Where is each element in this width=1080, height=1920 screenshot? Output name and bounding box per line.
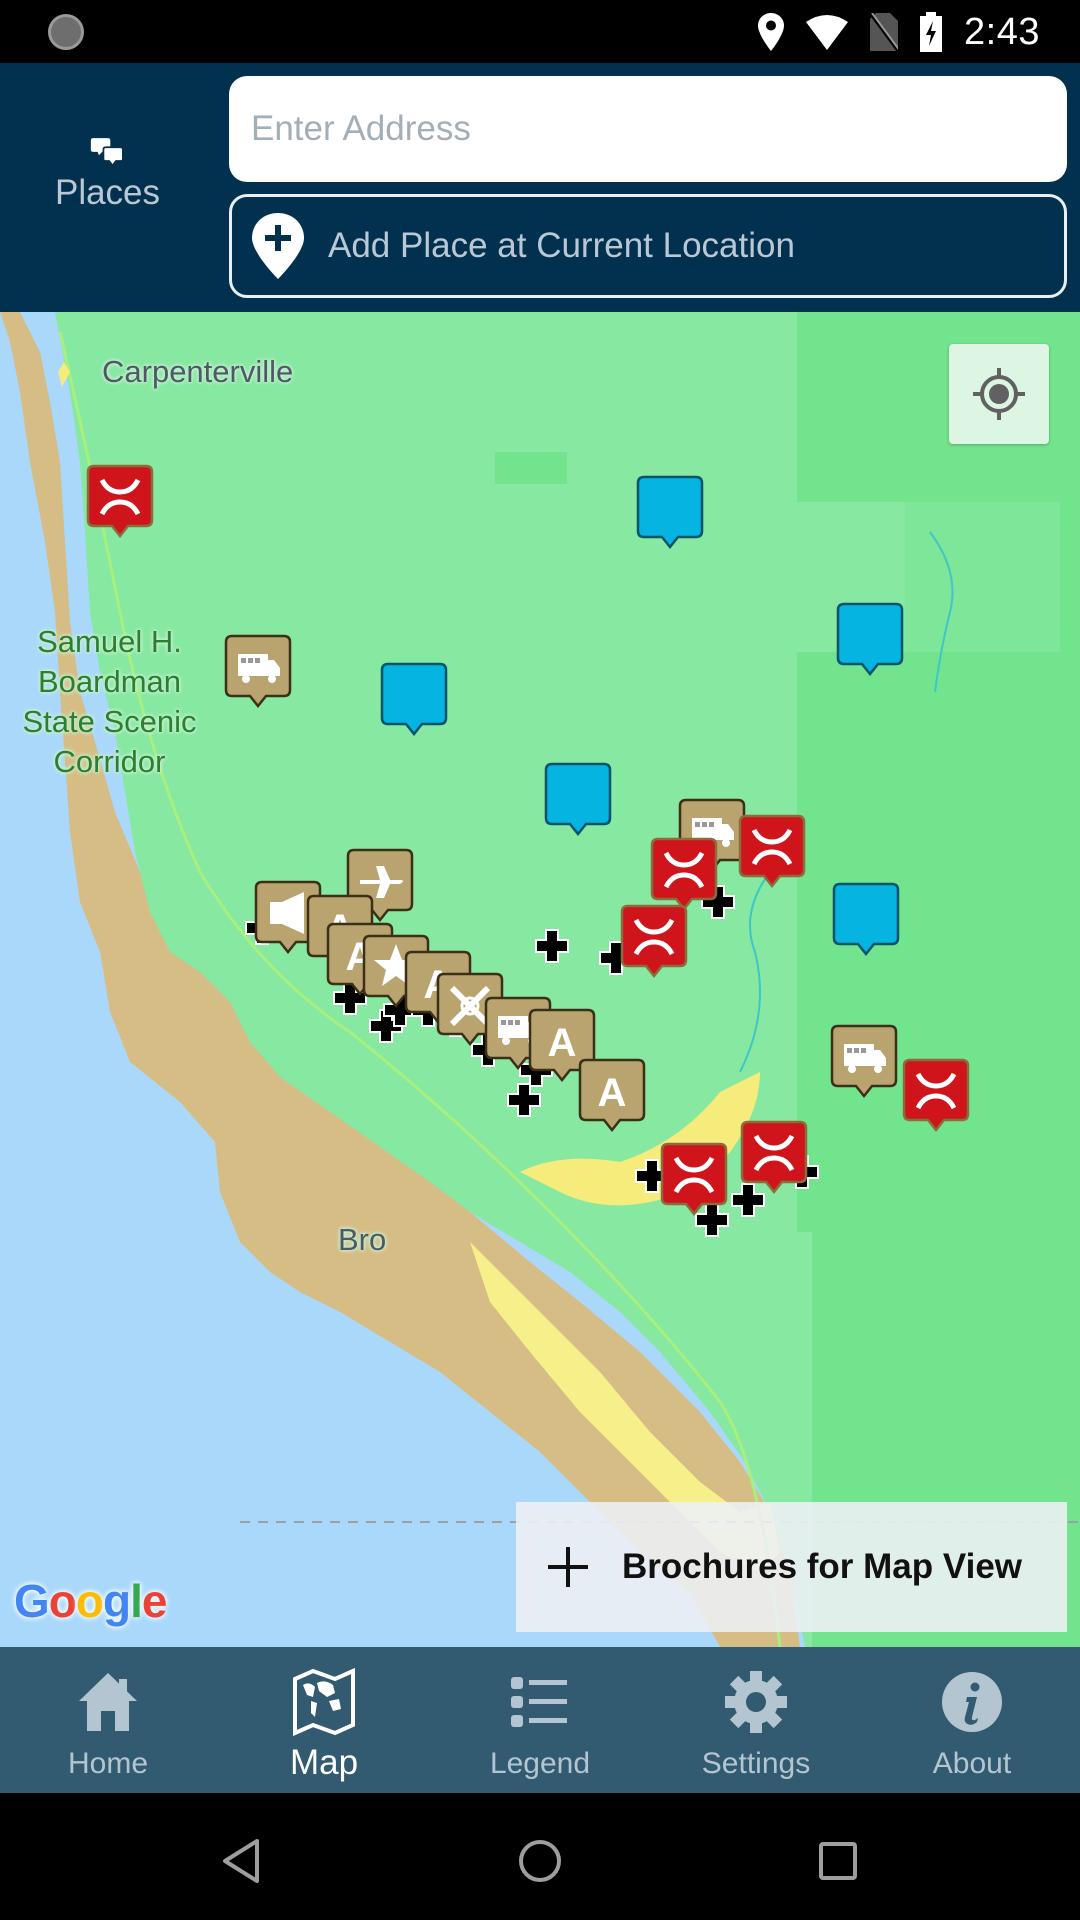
info-icon: [942, 1672, 1002, 1732]
nav-item-settings[interactable]: Settings: [648, 1647, 864, 1793]
forest-light-patch: [905, 502, 1060, 652]
add-place-button[interactable]: Add Place at Current Location: [229, 194, 1067, 298]
brochures-button[interactable]: Brochures for Map View: [516, 1502, 1067, 1632]
nav-item-home[interactable]: Home: [0, 1647, 216, 1793]
add-place-label: Add Place at Current Location: [328, 226, 795, 265]
recents-icon[interactable]: [808, 1831, 868, 1891]
no-sim-icon: [870, 13, 899, 51]
sync-icon: [48, 14, 84, 50]
medical-cross-icon[interactable]: [534, 928, 570, 964]
map-marker-red-bridge[interactable]: [650, 837, 718, 913]
map-label-park: Samuel H. Boardman State Scenic Corridor: [22, 624, 197, 779]
medical-cross-icon[interactable]: [506, 1082, 542, 1118]
home-circle-icon[interactable]: [510, 1831, 570, 1891]
map-marker-red-bridge[interactable]: [86, 464, 154, 540]
location-icon: [758, 13, 785, 51]
map-marker-blue-place[interactable]: [836, 602, 904, 678]
status-time: 2:43: [964, 10, 1040, 53]
bottom-nav: Home Map Legend Settings About: [0, 1647, 1080, 1793]
chat-bubbles-icon: [90, 138, 124, 167]
places-button[interactable]: Places: [20, 63, 195, 213]
list-icon: [511, 1677, 567, 1727]
system-nav-bar: [0, 1793, 1080, 1920]
app-root: 2:43 Places Add Place at Current Locatio…: [0, 0, 1080, 1920]
map-marker-red-bridge[interactable]: [902, 1058, 970, 1134]
brochures-label: Brochures for Map View: [622, 1547, 1023, 1586]
my-location-icon: [973, 368, 1025, 420]
svg-text:A: A: [548, 1021, 577, 1065]
address-input[interactable]: [229, 76, 1067, 182]
forest-dark-patch: [495, 452, 567, 484]
map-marker-blue-place[interactable]: [380, 662, 448, 738]
map-marker-blue-place[interactable]: [832, 882, 900, 958]
nav-label-settings: Settings: [701, 1747, 811, 1780]
nav-label-home: Home: [67, 1747, 149, 1780]
nav-label-legend: Legend: [489, 1747, 591, 1780]
my-location-button[interactable]: [949, 344, 1049, 444]
google-attribution: Google: [14, 1575, 167, 1627]
back-icon[interactable]: [211, 1831, 271, 1891]
map-label-town: Carpenterville: [102, 354, 294, 389]
wifi-icon: [806, 15, 849, 50]
nav-label-about: About: [932, 1747, 1012, 1780]
map-view[interactable]: Carpenterville Samuel H. Boardman State …: [0, 312, 1080, 1647]
gear-icon: [725, 1671, 787, 1733]
plus-icon: [548, 1547, 588, 1587]
map-marker-brown-rv[interactable]: [830, 1024, 898, 1100]
map-marker-red-bridge[interactable]: [740, 1120, 808, 1196]
map-marker-red-bridge[interactable]: [620, 904, 688, 980]
places-label: Places: [54, 173, 161, 212]
map-marker-brown-rv[interactable]: [224, 634, 292, 710]
nav-item-legend[interactable]: Legend: [432, 1647, 648, 1793]
nav-item-about[interactable]: About: [864, 1647, 1080, 1793]
nav-label-map: Map: [289, 1743, 359, 1782]
add-location-pin-icon: [252, 213, 304, 279]
svg-text:A: A: [598, 1071, 627, 1115]
nav-item-map[interactable]: Map: [216, 1647, 432, 1793]
map-marker-red-bridge[interactable]: [738, 814, 806, 890]
map-marker-blue-place[interactable]: [636, 475, 704, 551]
map-marker-red-bridge[interactable]: [660, 1142, 728, 1218]
battery-charging-icon: [920, 12, 943, 52]
map-base: [0, 312, 1080, 1647]
map-marker-brown-a[interactable]: A: [578, 1058, 646, 1134]
map-marker-blue-place[interactable]: [544, 762, 612, 838]
world-map-icon: [293, 1667, 355, 1737]
header: Places Add Place at Current Location: [0, 63, 1080, 312]
map-label-town-south: Bro: [338, 1222, 387, 1257]
home-icon: [79, 1673, 137, 1731]
status-bar: 2:43: [0, 0, 1080, 63]
